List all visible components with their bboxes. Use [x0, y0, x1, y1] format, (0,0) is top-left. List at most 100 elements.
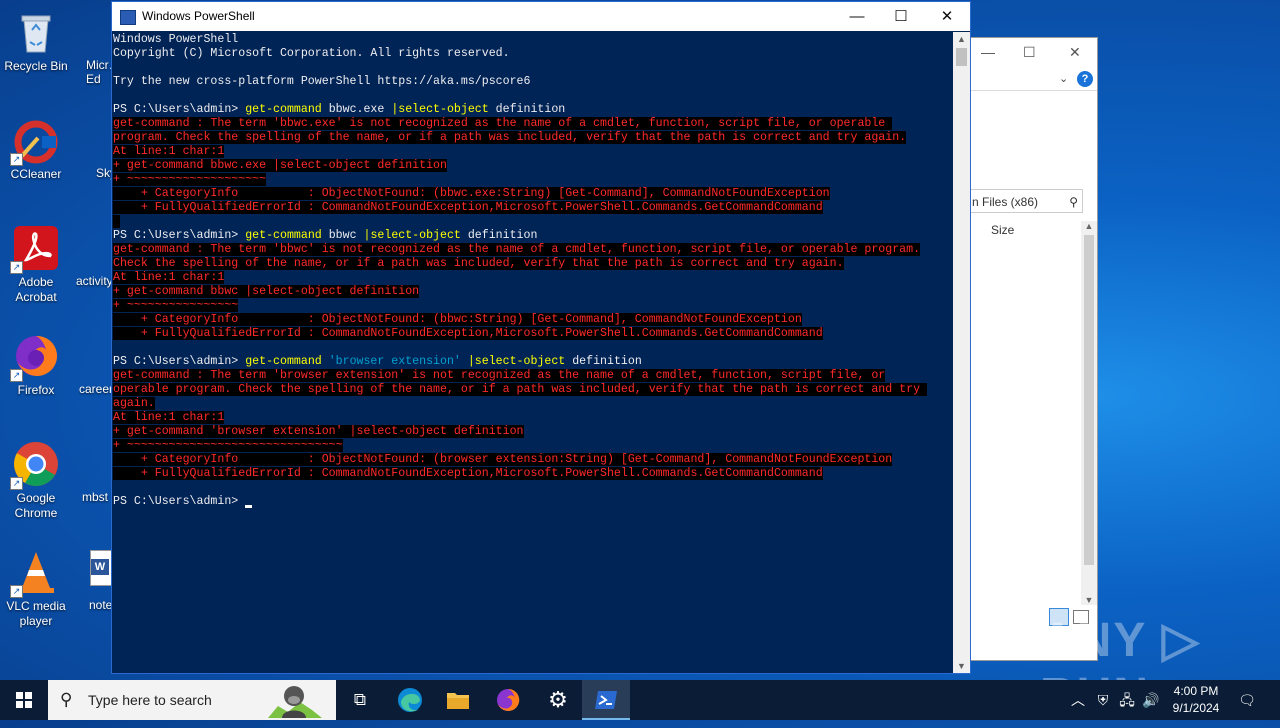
title-bar[interactable]: Windows PowerShell — ☐ ✕ — [112, 2, 970, 31]
console-error-line: At line:1 char:1 — [113, 271, 953, 285]
taskbar-edge-button[interactable] — [386, 680, 434, 720]
desktop-icon-label: Sky — [96, 166, 112, 180]
error-text: At line:1 char:1 — [113, 271, 225, 284]
console-scrollbar[interactable]: ▲ ▼ — [953, 32, 970, 673]
start-button[interactable] — [0, 680, 48, 720]
tray-network-icon[interactable]: 🖧 — [1116, 680, 1138, 720]
console-error-line: + FullyQualifiedErrorId : CommandNotFoun… — [113, 201, 953, 215]
console-error-line: At line:1 char:1 — [113, 145, 953, 159]
error-text: operable program. Check the spelling of … — [113, 383, 928, 396]
error-text: Check the spelling of the name, or if a … — [113, 257, 844, 270]
error-text: get-command : The term 'bbwc' is not rec… — [113, 243, 921, 256]
scrollbar[interactable]: ▲ ▼ — [1081, 221, 1097, 605]
scroll-up-icon[interactable]: ▲ — [953, 34, 970, 44]
vlc-icon: ↗ — [10, 548, 60, 598]
acrobat-icon: ↗ — [10, 224, 60, 274]
error-text: + get-command 'browser extension' |selec… — [113, 425, 524, 438]
close-icon[interactable]: ✕ — [1069, 44, 1081, 61]
pipe-command: |select-object — [363, 229, 461, 242]
powershell-window[interactable]: Windows PowerShell — ☐ ✕ Windows PowerSh… — [111, 1, 971, 674]
desktop-icon-google-chrome[interactable]: ↗ Google Chrome — [0, 440, 72, 521]
desktop-icon-label: Firefox — [17, 383, 55, 397]
scroll-thumb[interactable] — [956, 48, 967, 66]
gear-icon: ⚙ — [548, 687, 568, 712]
desktop-icon-adobe-acrobat[interactable]: ↗ Adobe Acrobat — [0, 224, 72, 305]
show-hidden-icons-button[interactable]: ︿ — [1068, 680, 1088, 720]
taskbar-search-box[interactable]: ⚲ Type here to search — [48, 680, 336, 720]
tray-volume-icon[interactable]: 🔊 — [1140, 680, 1162, 720]
console-error-line: get-command : The term 'bbwc' is not rec… — [113, 243, 953, 257]
prompt-text: PS C:\Users\admin> — [113, 229, 246, 242]
error-text: again. — [113, 397, 155, 410]
desktop-icon-activity-partial[interactable]: activity — [76, 274, 112, 288]
chevron-down-icon[interactable]: ⌄ — [1059, 72, 1068, 85]
scroll-up-icon[interactable]: ▲ — [1081, 221, 1097, 231]
console-output[interactable]: Windows PowerShell Copyright (C) Microsof… — [112, 32, 953, 673]
clock-date: 9/1/2024 — [1172, 701, 1220, 715]
error-text: + ~~~~~~~~~~~~~~~~ — [113, 299, 239, 312]
task-view-button[interactable]: ⧉ — [336, 680, 384, 720]
column-header-size[interactable]: Size — [991, 223, 1014, 237]
close-button[interactable]: ✕ — [924, 2, 970, 31]
desktop-icon-career-partial[interactable]: career — [79, 382, 112, 396]
maximize-button[interactable]: ☐ — [878, 2, 924, 31]
command-name: get-command — [245, 103, 322, 116]
scroll-down-icon[interactable]: ▼ — [953, 661, 970, 671]
file-explorer-window[interactable]: — ☐ ✕ ⌄ ? n Files (x86) ⚲ Size ▲ ▼ — [968, 37, 1098, 661]
shield-icon: ⛨ — [1097, 692, 1109, 708]
tray-security-icon[interactable]: ⛨ — [1094, 680, 1112, 720]
task-view-icon: ⧉ — [353, 690, 367, 709]
taskbar-powershell-button[interactable] — [582, 680, 630, 720]
desktop-icon-vlc[interactable]: ↗ VLC media player — [0, 548, 72, 629]
desktop-icon-edge-partial[interactable]: Micr… Ed — [86, 58, 112, 86]
edge-icon — [398, 688, 422, 712]
shortcut-arrow-icon: ↗ — [10, 585, 23, 598]
desktop-icon-firefox[interactable]: ↗ Firefox — [0, 332, 72, 398]
help-icon[interactable]: ? — [1077, 71, 1093, 87]
desktop-icon-label: career — [79, 382, 112, 396]
console-error-line: + CategoryInfo : ObjectNotFound: (browse… — [113, 453, 953, 467]
desktop-icon-recycle-bin[interactable]: Recycle Bin — [0, 8, 72, 74]
console-error-line: + get-command 'browser extension' |selec… — [113, 425, 953, 439]
console-command-line: PS C:\Users\admin> get-command bbwc.exe … — [113, 103, 953, 117]
desktop-icon-label: mbst — [82, 490, 109, 504]
desktop-icon-label: VLC media player — [6, 599, 66, 628]
prompt-text: PS C:\Users\admin> — [113, 355, 246, 368]
taskbar: ⚲ Type here to search ⧉ ⚙ ︿ ⛨ 🖧 🔊 4:00 P… — [0, 680, 1280, 720]
command-parameter: definition — [565, 355, 642, 368]
desktop-icon-note-partial[interactable]: note — [89, 598, 112, 612]
console-error-line: + ~~~~~~~~~~~~~~~~~~~~ — [113, 173, 953, 187]
error-text: get-command : The term 'bbwc.exe' is not… — [113, 117, 893, 130]
error-text: At line:1 char:1 — [113, 145, 225, 158]
desktop-icon-ccleaner[interactable]: ↗ CCleaner — [0, 116, 72, 182]
console-error-line: Check the spelling of the name, or if a … — [113, 257, 953, 271]
search-icon[interactable]: ⚲ — [1069, 190, 1078, 214]
taskbar-firefox-button[interactable] — [484, 680, 532, 720]
error-text: + CategoryInfo : ObjectNotFound: (browse… — [113, 453, 893, 466]
notifications-button[interactable]: 🗨 — [1232, 680, 1262, 720]
console-error-line: At line:1 char:1 — [113, 411, 953, 425]
minimize-button[interactable]: — — [834, 2, 880, 31]
desktop-icon-skype-partial[interactable]: Sky — [96, 166, 112, 180]
console-error-line — [113, 215, 953, 229]
search-icon: ⚲ — [60, 690, 73, 709]
desktop-icon-label: Micr… Ed — [86, 58, 112, 86]
taskbar-clock[interactable]: 4:00 PM 9/1/2024 — [1168, 683, 1224, 717]
maximize-icon[interactable]: ☐ — [1023, 44, 1036, 61]
command-parameter: definition — [460, 229, 538, 242]
desktop-icon-label: Recycle Bin — [4, 59, 68, 73]
console-error-line: get-command : The term 'bbwc.exe' is not… — [113, 117, 953, 131]
scroll-down-icon[interactable]: ▼ — [1081, 595, 1097, 605]
console-output-line: Copyright (C) Microsoft Corporation. All… — [113, 47, 510, 60]
console-error-line: + FullyQualifiedErrorId : CommandNotFoun… — [113, 327, 953, 341]
taskbar-explorer-button[interactable] — [434, 680, 482, 720]
scroll-thumb[interactable] — [1084, 235, 1094, 565]
address-bar[interactable]: n Files (x86) ⚲ — [969, 189, 1083, 213]
desktop-icon-mbst-partial[interactable]: mbst — [82, 490, 112, 504]
error-text: get-command : The term 'browser extensio… — [113, 369, 886, 382]
shortcut-arrow-icon: ↗ — [10, 477, 23, 490]
taskbar-settings-button[interactable]: ⚙ — [534, 680, 582, 720]
minimize-icon[interactable]: — — [981, 44, 995, 60]
